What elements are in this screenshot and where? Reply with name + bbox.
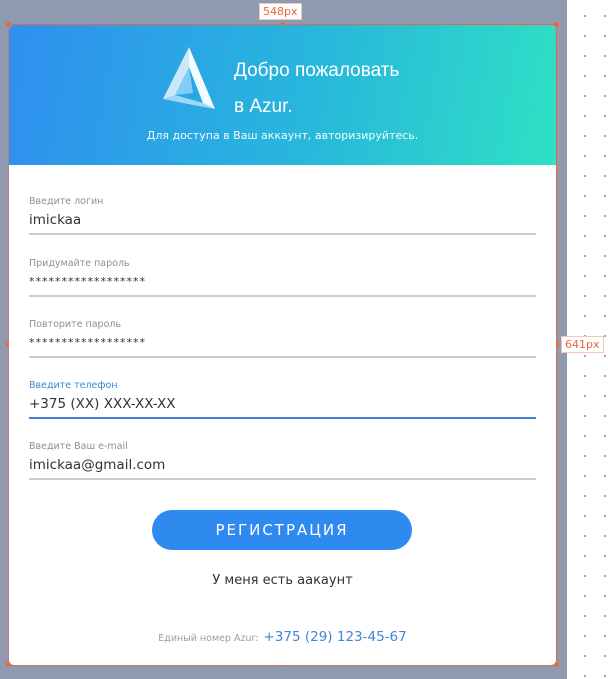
registration-card: Добро пожаловать в Azur. Для доступа в В…	[9, 25, 556, 665]
phone-underline	[29, 417, 536, 419]
password-repeat-underline	[29, 356, 536, 358]
have-account-link[interactable]: У меня есть аакаунт	[9, 573, 556, 588]
password-label: Придумайте пароль	[29, 258, 130, 269]
password-field[interactable]: Придумайте пароль ******************	[29, 258, 536, 297]
login-input[interactable]: imickaa	[29, 210, 536, 230]
welcome-title-line1: Добро пожаловать	[234, 60, 400, 81]
phone-label: Введите телефон	[29, 380, 118, 391]
password-repeat-label: Повторите пароль	[29, 319, 122, 330]
login-label: Введите логин	[29, 196, 104, 207]
support-phone-link[interactable]: +375 (29) 123-45-67	[263, 629, 406, 645]
register-button[interactable]: РЕГИСТРАЦИЯ	[152, 510, 412, 550]
password-repeat-field[interactable]: Повторите пароль ******************	[29, 319, 536, 358]
login-field[interactable]: Введите логин imickaa	[29, 196, 536, 235]
password-input[interactable]: ******************	[29, 272, 536, 292]
height-dimension-label: 641px	[561, 336, 604, 353]
email-field[interactable]: Введите Ваш e-mail imickaa@gmail.com	[29, 441, 536, 480]
azur-logo-icon	[163, 47, 215, 109]
password-repeat-input[interactable]: ******************	[29, 333, 536, 353]
welcome-title-line2: в Azur.	[234, 96, 293, 117]
password-underline	[29, 295, 536, 297]
email-underline	[29, 478, 536, 480]
width-dimension-label: 548px	[259, 3, 302, 20]
phone-input[interactable]: +375 (XX) XXX-XX-XX	[29, 394, 536, 414]
welcome-title: Добро пожаловать в Azur.	[234, 53, 399, 125]
support-phone-caption: Единый номер Azur:	[158, 633, 259, 644]
phone-field[interactable]: Введите телефон +375 (XX) XXX-XX-XX	[29, 380, 536, 419]
login-underline	[29, 233, 536, 235]
email-input[interactable]: imickaa@gmail.com	[29, 455, 536, 475]
support-phone-footer: Единый номер Azur: +375 (29) 123-45-67	[9, 629, 556, 645]
welcome-subtitle: Для доступа в Ваш аккаунт, авторизируйте…	[146, 129, 419, 142]
email-label: Введите Ваш e-mail	[29, 441, 128, 452]
card-header: Добро пожаловать в Azur. Для доступа в В…	[9, 25, 556, 165]
